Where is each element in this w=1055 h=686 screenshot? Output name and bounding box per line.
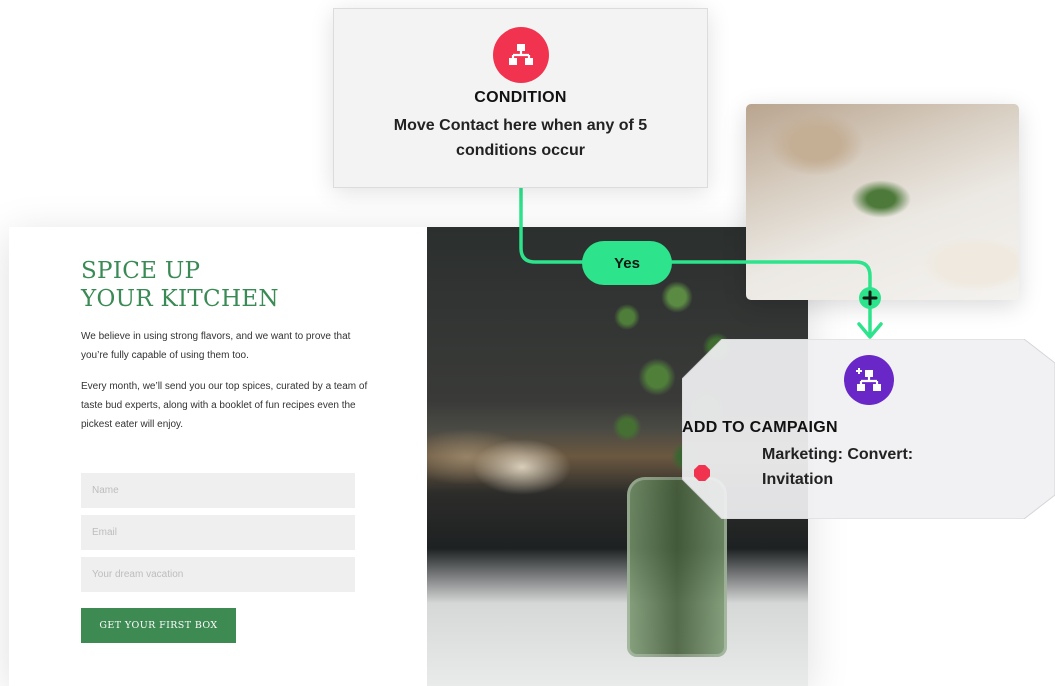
campaign-title: ADD TO CAMPAIGN bbox=[682, 419, 838, 436]
hierarchy-plus-icon bbox=[856, 368, 881, 391]
condition-step-card[interactable]: CONDITION Move Contact here when any of … bbox=[333, 8, 708, 188]
hero-title-line-1: SPICE UP bbox=[81, 258, 201, 284]
hero-title-line-2: YOUR KITCHEN bbox=[81, 286, 279, 312]
add-to-campaign-step-card[interactable]: ADD TO CAMPAIGN Marketing: Convert: Invi… bbox=[682, 339, 1055, 519]
connector-arrowhead bbox=[857, 322, 883, 339]
intro-paragraph: We believe in using strong flavors, and … bbox=[81, 331, 351, 361]
condition-icon-badge bbox=[493, 27, 549, 83]
table-setting-photo bbox=[746, 104, 1019, 300]
description-paragraph: Every month, we’ll send you our top spic… bbox=[81, 381, 368, 430]
hierarchy-icon bbox=[509, 44, 533, 65]
landing-content: SPICE UP YOUR KITCHEN We believe in usin… bbox=[9, 227, 427, 686]
dream-vacation-input[interactable] bbox=[81, 557, 355, 592]
email-input[interactable] bbox=[81, 515, 355, 550]
hero-title: SPICE UP YOUR KITCHEN bbox=[81, 257, 279, 313]
campaign-description: Marketing: Convert: Invitation bbox=[762, 446, 914, 488]
yes-branch-label[interactable]: Yes bbox=[582, 241, 672, 285]
name-input[interactable] bbox=[81, 473, 355, 508]
get-first-box-button[interactable]: GET YOUR FIRST BOX bbox=[81, 608, 236, 643]
condition-description: Move Contact here when any of 5 conditio… bbox=[393, 117, 648, 159]
campaign-icon-badge bbox=[844, 355, 894, 405]
add-step-button[interactable] bbox=[859, 287, 881, 309]
condition-title: CONDITION bbox=[474, 89, 567, 106]
plus-icon bbox=[862, 290, 878, 306]
connection-handle[interactable] bbox=[694, 465, 710, 481]
